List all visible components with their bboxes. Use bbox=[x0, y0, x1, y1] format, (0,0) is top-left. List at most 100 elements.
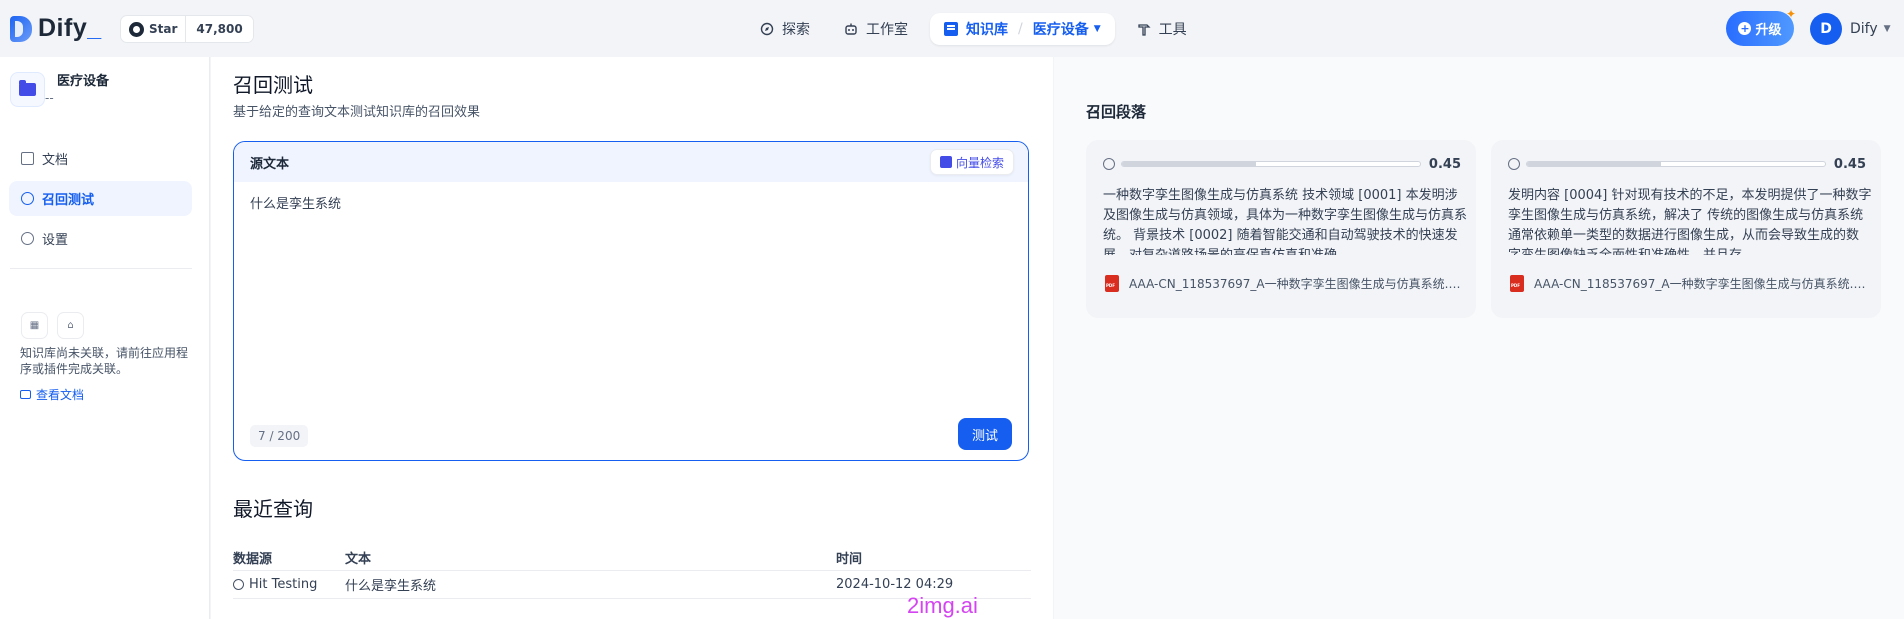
score-value: 0.45 bbox=[1428, 156, 1461, 172]
recent-queries-table: 数据源 文本 时间 Hit Testing 什么是孪生系统 2024-10-12… bbox=[233, 545, 1031, 599]
gear-icon bbox=[21, 232, 34, 245]
results-panel: 召回段落 0.45 一种数字孪生图像生成与仿真系统 技术领域 [0001] 本发… bbox=[1054, 57, 1904, 619]
user-menu[interactable]: D Dify ▼ bbox=[1810, 13, 1891, 45]
vector-search-button[interactable]: 向量检索 bbox=[929, 149, 1014, 175]
logo-text: Dify bbox=[38, 14, 88, 42]
sparkle-icon: ✦ bbox=[1785, 7, 1796, 21]
dataset-description: -- bbox=[45, 91, 54, 105]
table-header: 数据源 文本 时间 bbox=[233, 545, 1031, 571]
sidebar-item-label: 文档 bbox=[42, 153, 69, 168]
sidebar-item-settings[interactable]: 设置 bbox=[9, 221, 192, 256]
column-header-text: 文本 bbox=[345, 552, 372, 567]
target-icon bbox=[233, 579, 244, 590]
score-bar bbox=[1526, 161, 1826, 167]
view-docs-label: 查看文档 bbox=[36, 388, 85, 402]
dataset-sidebar: 医疗设备 -- 文档 召回测试 设置 ▦ ⌂ 知识库尚未关联，请前往应用程序或插… bbox=[0, 57, 210, 619]
nav-knowledge-label: 知识库 bbox=[966, 22, 1008, 38]
result-card[interactable]: 0.45 一种数字孪生图像生成与仿真系统 技术领域 [0001] 本发明涉及图像… bbox=[1086, 140, 1476, 318]
row-time: 2024-10-12 04:29 bbox=[836, 577, 954, 592]
nav-tools[interactable]: 工具 bbox=[1125, 13, 1199, 45]
pdf-file-icon bbox=[1510, 275, 1524, 292]
folder-icon bbox=[19, 80, 36, 96]
user-name: Dify bbox=[1850, 21, 1878, 37]
unlinked-note: 知识库尚未关联，请前往应用程序或插件完成关联。 bbox=[20, 346, 189, 376]
sidebar-item-label: 召回测试 bbox=[42, 193, 95, 208]
source-file: AAA-CN_118537697_A一种数字孪生图像生成与仿真系统.pdf bbox=[1510, 275, 1866, 292]
main-nav: 探索 工作室 知识库 / 医疗设备 ▼ 工具 bbox=[748, 13, 1209, 45]
nav-current-dataset[interactable]: 医疗设备 bbox=[1033, 19, 1089, 39]
vector-search-icon bbox=[939, 156, 952, 168]
score-row: 0.45 bbox=[1103, 155, 1461, 173]
nav-separator: / bbox=[1018, 21, 1023, 37]
github-icon bbox=[129, 21, 144, 37]
link-icons: ▦ ⌂ bbox=[21, 312, 93, 339]
dataset-icon bbox=[10, 72, 45, 107]
sidebar-divider bbox=[10, 268, 192, 269]
dify-logo[interactable]: Dify_ bbox=[10, 14, 102, 43]
top-header: Dify_ Star 47,800 探索 工作室 知识库 / 医疗设备 ▼ 工具 bbox=[0, 0, 1904, 57]
robot-icon bbox=[845, 23, 857, 35]
score-bar-fill bbox=[1527, 162, 1662, 166]
file-name: AAA-CN_118537697_A一种数字孪生图像生成与仿真系统.pdf bbox=[1129, 277, 1461, 291]
nav-tools-label: 工具 bbox=[1158, 22, 1187, 38]
char-counter: 7 / 200 bbox=[250, 425, 309, 447]
github-star-count: 47,800 bbox=[185, 16, 253, 42]
plus-circle-icon: + bbox=[1738, 22, 1752, 35]
column-header-time: 时间 bbox=[836, 552, 863, 567]
document-icon bbox=[21, 152, 34, 165]
source-text-box: 源文本 向量检索 什么是孪生系统 7 / 200 测试 bbox=[233, 141, 1029, 461]
book-icon bbox=[944, 22, 958, 36]
upgrade-label: 升级 bbox=[1755, 23, 1782, 38]
query-textarea[interactable]: 什么是孪生系统 bbox=[250, 193, 341, 212]
score-row: 0.45 bbox=[1508, 155, 1866, 173]
score-bar-fill bbox=[1122, 162, 1257, 166]
nav-studio-label: 工作室 bbox=[866, 22, 908, 38]
source-text-header: 源文本 向量检索 bbox=[234, 142, 1028, 182]
book-open-icon bbox=[20, 390, 31, 399]
target-icon bbox=[1508, 158, 1520, 170]
pdf-file-icon bbox=[1105, 275, 1119, 292]
file-name: AAA-CN_118537697_A一种数字孪生图像生成与仿真系统.pdf bbox=[1534, 277, 1866, 291]
watermark: 2img.ai bbox=[907, 593, 978, 618]
recent-queries-title: 最近查询 bbox=[233, 497, 313, 521]
page-subtitle: 基于给定的查询文本测试知识库的召回效果 bbox=[233, 105, 481, 120]
upgrade-button[interactable]: + 升级 ✦ bbox=[1726, 7, 1796, 46]
source-text-label: 源文本 bbox=[250, 156, 290, 172]
target-icon bbox=[21, 192, 34, 205]
github-star-label: Star bbox=[149, 22, 178, 36]
source-file: AAA-CN_118537697_A一种数字孪生图像生成与仿真系统.pdf bbox=[1105, 275, 1461, 292]
sidebar-item-documents[interactable]: 文档 bbox=[9, 141, 192, 176]
score-bar bbox=[1121, 161, 1421, 167]
github-star-button[interactable]: Star 47,800 bbox=[120, 15, 254, 43]
chevron-down-icon[interactable]: ▼ bbox=[1094, 24, 1101, 34]
grid-icon: ▦ bbox=[21, 312, 48, 339]
test-button[interactable]: 测试 bbox=[958, 418, 1012, 450]
result-card[interactable]: 0.45 发明内容 [0004] 针对现有技术的不足，本发明提供了一种数字孪生图… bbox=[1491, 140, 1881, 318]
column-header-source: 数据源 bbox=[233, 552, 273, 567]
target-icon bbox=[1103, 158, 1115, 170]
segment-text: 发明内容 [0004] 针对现有技术的不足，本发明提供了一种数字孪生图像生成与仿… bbox=[1508, 188, 1872, 255]
sidebar-item-label: 设置 bbox=[42, 233, 69, 248]
row-text: 什么是孪生系统 bbox=[345, 579, 437, 594]
segment-text: 一种数字孪生图像生成与仿真系统 技术领域 [0001] 本发明涉及图像生成与仿真… bbox=[1103, 188, 1467, 255]
hammer-icon bbox=[1137, 24, 1151, 36]
vector-search-label: 向量检索 bbox=[955, 155, 1004, 170]
results-title: 召回段落 bbox=[1086, 103, 1147, 121]
hit-testing-main: 召回测试 基于给定的查询文本测试知识库的召回效果 源文本 向量检索 什么是孪生系… bbox=[211, 57, 1053, 619]
compass-icon bbox=[760, 22, 774, 36]
nav-knowledge[interactable]: 知识库 / 医疗设备 ▼ bbox=[930, 13, 1115, 45]
row-source: Hit Testing bbox=[249, 577, 318, 592]
score-value: 0.45 bbox=[1833, 156, 1866, 172]
plug-icon: ⌂ bbox=[57, 312, 84, 339]
dataset-name: 医疗设备 bbox=[57, 74, 110, 89]
dataset-header: 医疗设备 -- bbox=[10, 72, 109, 107]
nav-explore[interactable]: 探索 bbox=[748, 13, 822, 45]
view-docs-link[interactable]: 查看文档 bbox=[20, 386, 84, 403]
chevron-down-icon: ▼ bbox=[1883, 24, 1891, 34]
sidebar-item-hit-testing[interactable]: 召回测试 bbox=[9, 181, 192, 216]
dify-logo-icon bbox=[10, 15, 32, 42]
nav-explore-label: 探索 bbox=[782, 22, 810, 38]
nav-studio[interactable]: 工作室 bbox=[832, 13, 920, 45]
page-title: 召回测试 bbox=[233, 73, 313, 97]
avatar: D bbox=[1810, 13, 1842, 45]
